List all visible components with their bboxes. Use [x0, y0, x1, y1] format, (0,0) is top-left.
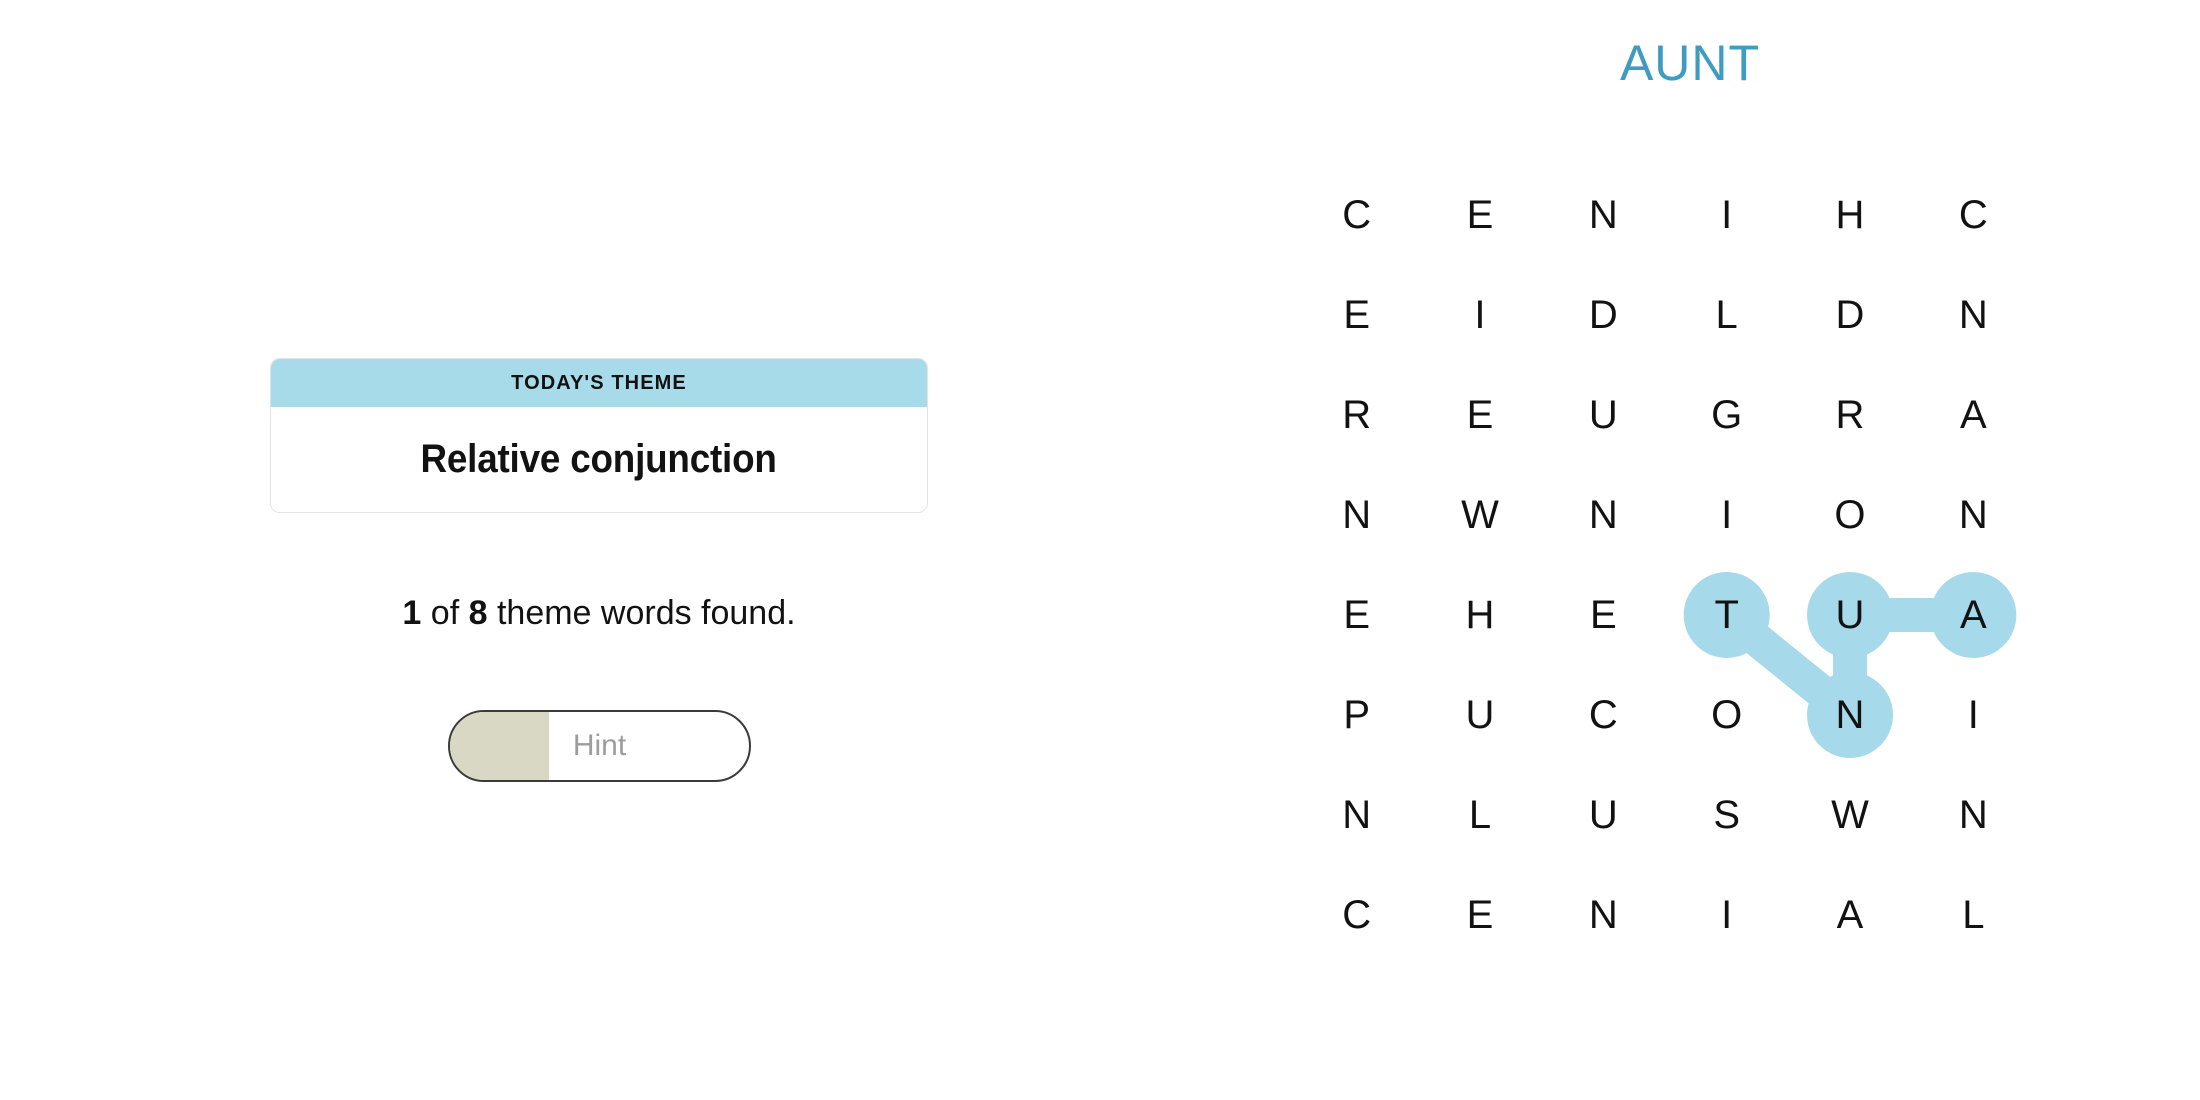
grid-cell-r7-c3[interactable]: I — [1665, 865, 1788, 965]
grid-cell-r3-c2[interactable]: N — [1542, 465, 1665, 565]
grid-cell-r3-c1[interactable]: W — [1418, 465, 1541, 565]
progress-between-text: of — [421, 594, 469, 632]
grid-cell-r1-c2[interactable]: D — [1542, 265, 1665, 365]
hint-progress-fill — [450, 712, 549, 780]
grid-cell-r3-c3[interactable]: I — [1665, 465, 1788, 565]
grid-cell-r7-c1[interactable]: E — [1418, 865, 1541, 965]
grid-cell-r6-c4[interactable]: W — [1788, 765, 1911, 865]
grid-cell-r0-c3[interactable]: I — [1665, 165, 1788, 265]
grid-cell-r0-c4[interactable]: H — [1788, 165, 1911, 265]
grid-cell-r1-c0[interactable]: E — [1295, 265, 1418, 365]
grid-cell-r3-c4[interactable]: O — [1788, 465, 1911, 565]
grid-cell-r1-c1[interactable]: I — [1418, 265, 1541, 365]
grid-cell-r2-c4[interactable]: R — [1788, 365, 1911, 465]
grid-cell-r1-c5[interactable]: N — [1912, 265, 2035, 365]
grid-cell-r5-c1[interactable]: U — [1418, 665, 1541, 765]
total-count: 8 — [468, 594, 488, 632]
grid-cell-r1-c4[interactable]: D — [1788, 265, 1911, 365]
hint-button[interactable]: Hint — [448, 710, 751, 782]
grid-cell-r7-c0[interactable]: C — [1295, 865, 1418, 965]
theme-card-body: Relative conjunction — [271, 407, 927, 512]
grid-cell-r7-c5[interactable]: L — [1912, 865, 2035, 965]
theme-card-header: TODAY'S THEME — [271, 359, 927, 407]
grid-cell-r3-c5[interactable]: N — [1912, 465, 2035, 565]
grid-cell-r0-c1[interactable]: E — [1418, 165, 1541, 265]
grid-cell-r4-c0[interactable]: E — [1295, 565, 1418, 665]
grid-cell-r4-c1[interactable]: H — [1418, 565, 1541, 665]
grid-cell-r2-c2[interactable]: U — [1542, 365, 1665, 465]
grid-cell-r5-c2[interactable]: C — [1542, 665, 1665, 765]
grid-cell-r6-c5[interactable]: N — [1912, 765, 2035, 865]
progress-suffix-text: theme words found. — [487, 594, 796, 632]
found-word-title: AUNT — [1619, 35, 1761, 91]
grid-cell-r4-c3[interactable]: T — [1665, 565, 1788, 665]
grid-cell-r4-c5[interactable]: A — [1912, 565, 2035, 665]
grid-cell-r7-c2[interactable]: N — [1542, 865, 1665, 965]
found-count: 1 — [402, 594, 422, 632]
grid-cell-r2-c1[interactable]: E — [1418, 365, 1541, 465]
grid-cell-r3-c0[interactable]: N — [1295, 465, 1418, 565]
grid-cell-r5-c5[interactable]: I — [1912, 665, 2035, 765]
grid-cell-r2-c3[interactable]: G — [1665, 365, 1788, 465]
todays-theme-card: TODAY'S THEME Relative conjunction — [270, 358, 928, 513]
left-info-panel: TODAY'S THEME Relative conjunction 1 of … — [0, 0, 1180, 1100]
grid-cell-r6-c1[interactable]: L — [1418, 765, 1541, 865]
grid-cell-r1-c3[interactable]: L — [1665, 265, 1788, 365]
grid-cell-r0-c5[interactable]: C — [1912, 165, 2035, 265]
grid-cell-r6-c3[interactable]: S — [1665, 765, 1788, 865]
grid-cell-r2-c5[interactable]: A — [1912, 365, 2035, 465]
theme-card-header-label: TODAY'S THEME — [511, 371, 687, 394]
grid-cell-r4-c2[interactable]: E — [1542, 565, 1665, 665]
hint-button-label: Hint — [572, 729, 627, 762]
grid-cell-r0-c2[interactable]: N — [1542, 165, 1665, 265]
word-search-grid[interactable]: CENIHCEIDLDNREUGRANWNIONEHETUAPUCONINLUS… — [1295, 165, 2035, 965]
grid-cell-r7-c4[interactable]: A — [1788, 865, 1911, 965]
grid-cell-r5-c0[interactable]: P — [1295, 665, 1418, 765]
theme-words-progress: 1 of 8 theme words found. — [270, 594, 928, 633]
grid-cell-r0-c0[interactable]: C — [1295, 165, 1418, 265]
puzzle-panel: AUNT CENIHCEIDLDNREUGRANWNIONEHETUAPUCON… — [1180, 0, 2200, 1100]
grid-cell-r2-c0[interactable]: R — [1295, 365, 1418, 465]
grid-cell-r6-c0[interactable]: N — [1295, 765, 1418, 865]
grid-cell-r5-c4[interactable]: N — [1788, 665, 1911, 765]
grid-cell-r6-c2[interactable]: U — [1542, 765, 1665, 865]
grid-cell-r5-c3[interactable]: O — [1665, 665, 1788, 765]
theme-text: Relative conjunction — [420, 437, 778, 481]
word-search-grid-wrap: CENIHCEIDLDNREUGRANWNIONEHETUAPUCONINLUS… — [1295, 165, 2035, 965]
grid-cell-r4-c4[interactable]: U — [1788, 565, 1911, 665]
